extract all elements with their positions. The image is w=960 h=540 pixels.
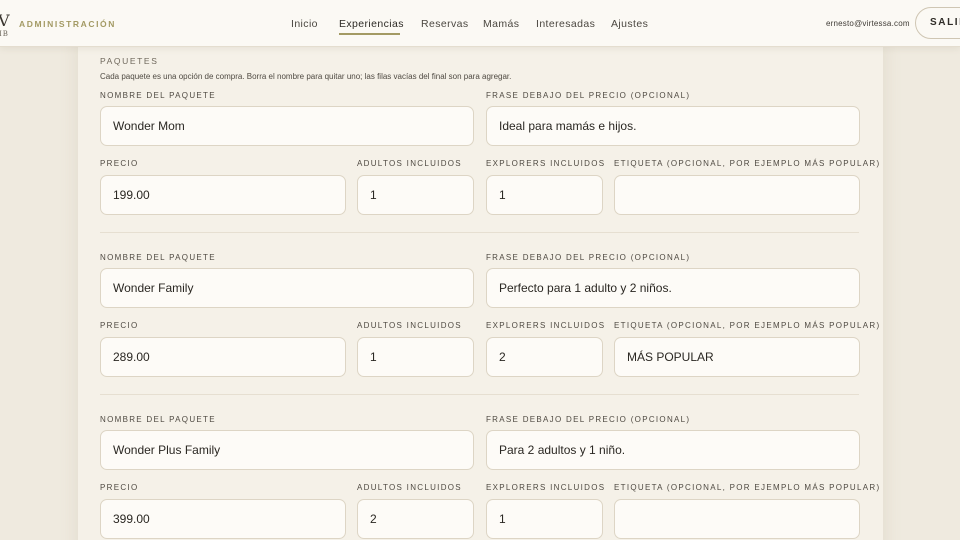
package-divider — [100, 232, 859, 233]
packages-panel: PAQUETES Cada paquete es una opción de c… — [78, 40, 883, 540]
package-explorers-label: EXPLORERS INCLUIDOS — [486, 483, 606, 492]
package-name-input[interactable] — [100, 430, 474, 470]
nav-item-experiencias[interactable]: Experiencias — [339, 17, 404, 31]
package-price-label: PRECIO — [100, 483, 139, 492]
package-phrase-input[interactable] — [486, 268, 860, 308]
section-description: Cada paquete es una opción de compra. Bo… — [100, 72, 512, 81]
package-price-input[interactable] — [100, 175, 346, 215]
package-price-label: PRECIO — [100, 321, 139, 330]
package-explorers-input[interactable] — [486, 175, 603, 215]
package-tag-label: ETIQUETA (OPCIONAL, POR EJEMPLO MÁS POPU… — [614, 483, 881, 492]
nav-item-mamas[interactable]: Mamás — [483, 17, 519, 31]
package-tag-input[interactable] — [614, 175, 860, 215]
active-tab-underline — [339, 33, 400, 35]
package-phrase-label: FRASE DEBAJO DEL PRECIO (OPCIONAL) — [486, 91, 691, 100]
package-adults-label: ADULTOS INCLUIDOS — [357, 321, 462, 330]
user-email: ernesto@virtessa.com — [826, 19, 910, 28]
package-phrase-input[interactable] — [486, 106, 860, 146]
section-title: PAQUETES — [100, 56, 159, 66]
top-navigation-bar: V IB ADMINISTRACIÓN Inicio Experiencias … — [0, 0, 960, 47]
package-name-label: NOMBRE DEL PAQUETE — [100, 91, 216, 100]
logout-button[interactable]: SALIR — [915, 7, 960, 39]
package-price-label: PRECIO — [100, 159, 139, 168]
package-name-input[interactable] — [100, 106, 474, 146]
package-name-label: NOMBRE DEL PAQUETE — [100, 415, 216, 424]
logo-letter: V — [0, 11, 10, 30]
package-phrase-input[interactable] — [486, 430, 860, 470]
package-price-input[interactable] — [100, 499, 346, 539]
nav-item-inicio[interactable]: Inicio — [291, 17, 318, 31]
logo-subtext: IB — [0, 30, 9, 38]
package-name-input[interactable] — [100, 268, 474, 308]
package-price-input[interactable] — [100, 337, 346, 377]
package-adults-label: ADULTOS INCLUIDOS — [357, 483, 462, 492]
package-adults-input[interactable] — [357, 337, 474, 377]
nav-item-interesadas[interactable]: Interesadas — [536, 17, 595, 31]
package-adults-input[interactable] — [357, 175, 474, 215]
nav-item-reservas[interactable]: Reservas — [421, 17, 469, 31]
package-name-label: NOMBRE DEL PAQUETE — [100, 253, 216, 262]
package-explorers-input[interactable] — [486, 337, 603, 377]
package-tag-label: ETIQUETA (OPCIONAL, POR EJEMPLO MÁS POPU… — [614, 159, 881, 168]
package-tag-label: ETIQUETA (OPCIONAL, POR EJEMPLO MÁS POPU… — [614, 321, 881, 330]
nav-item-ajustes[interactable]: Ajustes — [611, 17, 648, 31]
package-tag-input[interactable] — [614, 337, 860, 377]
package-explorers-input[interactable] — [486, 499, 603, 539]
package-explorers-label: EXPLORERS INCLUIDOS — [486, 159, 606, 168]
brand-title: ADMINISTRACIÓN — [19, 19, 117, 29]
package-explorers-label: EXPLORERS INCLUIDOS — [486, 321, 606, 330]
package-adults-input[interactable] — [357, 499, 474, 539]
package-phrase-label: FRASE DEBAJO DEL PRECIO (OPCIONAL) — [486, 415, 691, 424]
package-divider — [100, 394, 859, 395]
logo[interactable]: V IB — [0, 13, 12, 39]
package-phrase-label: FRASE DEBAJO DEL PRECIO (OPCIONAL) — [486, 253, 691, 262]
package-tag-input[interactable] — [614, 499, 860, 539]
package-adults-label: ADULTOS INCLUIDOS — [357, 159, 462, 168]
